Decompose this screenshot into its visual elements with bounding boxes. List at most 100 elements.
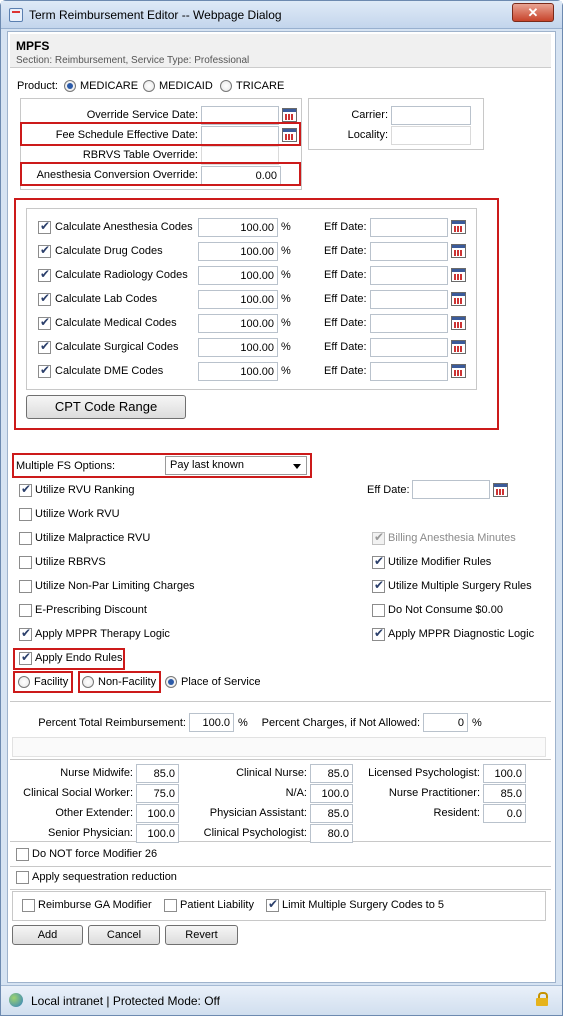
revert-button[interactable]: Revert [165, 925, 238, 945]
calc-code-percent-input[interactable] [198, 338, 278, 357]
option-checkbox [372, 530, 385, 545]
product-medicaid-label: MEDICAID [159, 80, 213, 92]
calc-code-percent-input[interactable] [198, 218, 278, 237]
locality-input[interactable] [391, 126, 471, 145]
eff-date-input[interactable] [412, 480, 490, 499]
product-radio-medicare[interactable] [64, 80, 76, 92]
calc-code-checkbox[interactable] [38, 291, 51, 306]
carrier-input[interactable] [391, 106, 471, 125]
limit-surgery-checkbox[interactable] [266, 897, 279, 912]
calendar-icon[interactable] [451, 340, 466, 354]
calendar-icon[interactable] [451, 292, 466, 306]
provider-percent-input[interactable] [483, 764, 526, 783]
calc-code-eff-date-input[interactable] [370, 218, 448, 237]
multiple-fs-select[interactable]: Pay last known [165, 456, 307, 475]
modifier26-checkbox[interactable] [16, 848, 29, 861]
eff-date-label: Eff Date: [324, 341, 367, 353]
provider-percent-input[interactable] [136, 824, 179, 843]
calendar-icon[interactable] [282, 108, 297, 122]
option-checkbox[interactable] [19, 580, 32, 593]
divider [10, 841, 551, 842]
calendar-icon[interactable] [451, 268, 466, 282]
percent-charges-input[interactable] [423, 713, 468, 732]
calc-code-eff-date-input[interactable] [370, 266, 448, 285]
calc-code-eff-date-input[interactable] [370, 314, 448, 333]
calc-code-checkbox[interactable] [38, 339, 51, 354]
page-icon [9, 8, 23, 22]
provider-percent-input[interactable] [310, 824, 353, 843]
facility-radio[interactable] [18, 676, 30, 688]
calc-code-percent-input[interactable] [198, 362, 278, 381]
option-checkbox[interactable] [372, 578, 385, 593]
provider-percent-input[interactable] [136, 804, 179, 823]
calc-code-eff-date-input[interactable] [370, 338, 448, 357]
option-checkbox[interactable] [19, 482, 32, 497]
ga-modifier-label: Reimburse GA Modifier [38, 899, 152, 911]
eff-date-label: Eff Date: [324, 269, 367, 281]
calc-code-eff-date-input[interactable] [370, 242, 448, 261]
option-checkbox[interactable] [19, 650, 32, 665]
title-bar: Term Reimbursement Editor -- Webpage Dia… [1, 1, 562, 29]
option-checkbox[interactable] [19, 532, 32, 545]
product-radio-medicaid[interactable] [143, 80, 155, 92]
product-tricare-label: TRICARE [236, 80, 285, 92]
option-checkbox[interactable] [372, 626, 385, 641]
calendar-icon[interactable] [493, 483, 508, 497]
percent-charges-label: Percent Charges, if Not Allowed: [261, 717, 420, 729]
cpt-code-range-button[interactable]: CPT Code Range [26, 395, 186, 419]
calendar-icon[interactable] [451, 220, 466, 234]
sequestration-checkbox[interactable] [16, 871, 29, 884]
provider-label: Senior Physician: [48, 827, 133, 839]
calendar-icon[interactable] [451, 316, 466, 330]
page-title: MPFS [16, 39, 50, 53]
product-radio-tricare[interactable] [220, 80, 232, 92]
option-checkbox[interactable] [372, 554, 385, 569]
provider-percent-input[interactable] [310, 804, 353, 823]
eff-date-label: Eff Date: [324, 317, 367, 329]
cancel-button[interactable]: Cancel [88, 925, 160, 945]
override-service-date-label: Override Service Date: [86, 109, 198, 121]
provider-percent-input[interactable] [483, 804, 526, 823]
calc-code-eff-date-input[interactable] [370, 362, 448, 381]
provider-percent-input[interactable] [483, 784, 526, 803]
option-label: E-Prescribing Discount [35, 604, 147, 616]
calc-code-percent-input[interactable] [198, 290, 278, 309]
calc-code-label: Calculate Lab Codes [55, 293, 158, 305]
provider-label: Other Extender: [55, 807, 133, 819]
option-checkbox[interactable] [19, 556, 32, 569]
percent-total-unit: % [238, 717, 248, 729]
non-facility-radio[interactable] [82, 676, 94, 688]
option-label: Do Not Consume $0.00 [388, 604, 503, 616]
divider [10, 759, 551, 760]
close-button[interactable]: ✕ [512, 3, 554, 22]
provider-percent-input[interactable] [136, 764, 179, 783]
percent-total-input[interactable] [189, 713, 234, 732]
divider [10, 701, 551, 702]
option-checkbox[interactable] [19, 508, 32, 521]
blank-panel [12, 737, 546, 757]
place-of-service-radio[interactable] [165, 676, 177, 688]
provider-percent-input[interactable] [136, 784, 179, 803]
ga-modifier-checkbox[interactable] [22, 899, 35, 912]
add-button[interactable]: Add [12, 925, 83, 945]
option-label: Apply MPPR Therapy Logic [35, 628, 170, 640]
provider-percent-input[interactable] [310, 764, 353, 783]
calc-code-checkbox[interactable] [38, 267, 51, 282]
calendar-icon[interactable] [451, 364, 466, 378]
calc-code-checkbox[interactable] [38, 219, 51, 234]
calc-code-checkbox[interactable] [38, 363, 51, 378]
patient-liability-label: Patient Liability [180, 899, 254, 911]
calc-code-percent-input[interactable] [198, 266, 278, 285]
patient-liability-checkbox[interactable] [164, 899, 177, 912]
option-checkbox[interactable] [372, 604, 385, 617]
calc-code-percent-input[interactable] [198, 242, 278, 261]
calendar-icon[interactable] [451, 244, 466, 258]
eff-date-label: Eff Date: [367, 484, 410, 496]
option-checkbox[interactable] [19, 626, 32, 641]
calc-code-percent-input[interactable] [198, 314, 278, 333]
calc-code-eff-date-input[interactable] [370, 290, 448, 309]
calc-code-checkbox[interactable] [38, 243, 51, 258]
calc-code-checkbox[interactable] [38, 315, 51, 330]
option-checkbox[interactable] [19, 604, 32, 617]
provider-percent-input[interactable] [310, 784, 353, 803]
